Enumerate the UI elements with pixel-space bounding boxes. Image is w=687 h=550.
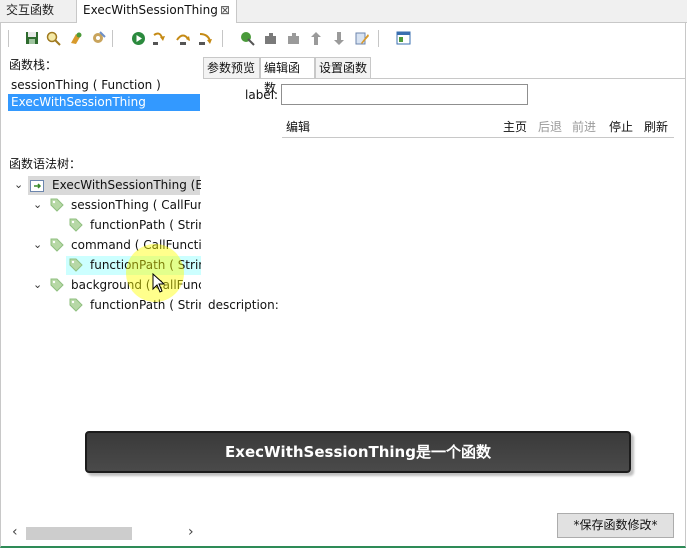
search-icon[interactable] [44, 28, 62, 48]
tree-node[interactable]: ExecWithSessionThing (Ex [52, 175, 201, 195]
stack-item-label: sessionThing ( Function ) [11, 78, 161, 92]
subtab-divider [203, 78, 685, 79]
refresh-button[interactable]: 刷新 [644, 118, 668, 135]
step-into-icon[interactable] [151, 28, 169, 48]
tag-icon [50, 198, 64, 212]
tree-node-label: functionPath ( Strin [90, 218, 201, 232]
tab-label: 参数预览 [207, 61, 256, 75]
back-button[interactable]: 后退 [538, 118, 562, 135]
tab-label: 设置函数 [319, 61, 368, 75]
chevron-down-icon[interactable]: ⌄ [33, 238, 42, 251]
forward-button[interactable]: 前进 [572, 118, 596, 135]
function-tooltip: ExecWithSessionThing是一个函数 [85, 431, 631, 473]
description-label: description: [208, 298, 279, 312]
tab-label: ExecWithSessionThing [83, 3, 218, 17]
window-icon[interactable] [394, 28, 412, 48]
mouse-cursor-icon [152, 273, 166, 293]
tree-horizontal-scrollbar[interactable]: ‹ › [10, 524, 200, 541]
tools-icon[interactable] [89, 28, 107, 48]
tab-exec-with-session-thing[interactable]: ExecWithSessionThing ⊠ [77, 0, 237, 23]
puzzle-icon[interactable] [284, 28, 302, 48]
close-tab-icon[interactable]: ⊠ [220, 0, 230, 21]
save-function-button[interactable]: *保存函数修改* [557, 513, 674, 538]
tree-node[interactable]: sessionThing ( CallFunc [71, 195, 201, 215]
label-field-label: label: [245, 88, 279, 102]
scroll-left-icon[interactable]: ‹ [12, 524, 18, 540]
bug-icon[interactable] [66, 28, 84, 48]
stack-item[interactable]: sessionThing ( Function ) [8, 77, 200, 94]
tab-param-preview[interactable]: 参数预览 [203, 57, 260, 78]
step-over-icon[interactable] [174, 28, 192, 48]
function-icon [30, 180, 44, 192]
scroll-right-icon[interactable]: › [188, 524, 194, 540]
label-input[interactable] [281, 84, 528, 105]
tree-node-label: sessionThing ( CallFunc [71, 198, 201, 212]
chevron-down-icon[interactable]: ⌄ [33, 278, 42, 291]
scrollbar-thumb[interactable] [26, 527, 132, 540]
tab-label: 交互函数 [6, 3, 55, 17]
tooltip-text: ExecWithSessionThing是一个函数 [225, 443, 491, 461]
syntax-tree: ⌄ ExecWithSessionThing (Ex ⌄ sessionThin… [8, 174, 201, 320]
tag-icon [69, 218, 83, 232]
run-icon[interactable] [129, 28, 147, 48]
tab-edit-function[interactable]: 编辑函数 [260, 57, 315, 95]
step-out-icon[interactable] [197, 28, 215, 48]
save-icon[interactable] [23, 28, 41, 48]
pencil-icon[interactable] [353, 28, 371, 48]
edit-navbar: 编辑 主页 后退 前进 停止 刷新 [282, 117, 674, 138]
arrow-down-icon[interactable] [330, 28, 348, 48]
tag-icon [69, 258, 83, 272]
breakpoint-icon[interactable] [238, 28, 256, 48]
tree-node[interactable]: functionPath ( Strin [90, 215, 201, 235]
stack-label: 函数栈： [9, 58, 58, 72]
arrow-up-icon[interactable] [307, 28, 325, 48]
label-input-value [282, 87, 285, 101]
tag-icon [50, 278, 64, 292]
save-function-label: *保存函数修改* [573, 518, 658, 532]
edit-title: 编辑 [286, 120, 311, 134]
syntax-tree-label: 函数语法树： [9, 157, 82, 171]
chevron-down-icon[interactable]: ⌄ [33, 198, 42, 211]
home-button[interactable]: 主页 [503, 118, 527, 135]
tree-node-label: ExecWithSessionThing (Ex [52, 178, 201, 192]
tab-set-function[interactable]: 设置函数 [315, 57, 371, 78]
chevron-down-icon[interactable]: ⌄ [14, 178, 23, 191]
stack-item-selected[interactable]: ExecWithSessionThing [8, 94, 200, 111]
stop-button[interactable]: 停止 [609, 118, 633, 135]
editor-tab-strip: 交互函数 ExecWithSessionThing ⊠ [0, 0, 687, 23]
tab-interactive-functions[interactable]: 交互函数 [0, 0, 77, 22]
tag-icon [69, 298, 83, 312]
stack-item-label: ExecWithSessionThing [11, 95, 146, 109]
tag-icon [50, 238, 64, 252]
puzzle-icon[interactable] [261, 28, 279, 48]
